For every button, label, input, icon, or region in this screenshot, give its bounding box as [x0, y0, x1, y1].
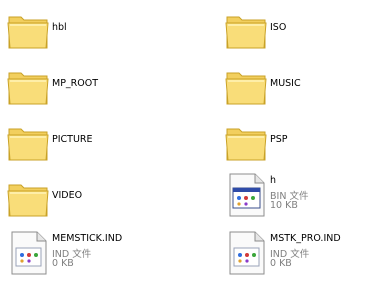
folder-icon [6, 176, 50, 224]
folder-icon [6, 64, 50, 112]
folder-item-video[interactable]: VIDEO [6, 176, 176, 228]
item-name: h [270, 175, 277, 186]
folder-icon [224, 64, 268, 112]
folder-icon [224, 120, 268, 168]
folder-item-psp[interactable]: PSP [224, 120, 389, 172]
item-size: 10 KB [270, 200, 298, 211]
folder-icon [224, 8, 268, 56]
file-item-mstk-pro-ind[interactable]: MSTK_PRO.IND IND 文件 0 KB [224, 230, 389, 282]
item-size: 0 KB [52, 258, 74, 269]
item-name: MUSIC [270, 78, 301, 89]
item-name: ISO [270, 22, 287, 33]
folder-item-hbl[interactable]: hbl [6, 8, 176, 60]
folder-item-iso[interactable]: ISO [224, 8, 389, 60]
item-name: hbl [52, 22, 67, 33]
item-size: 0 KB [270, 258, 292, 269]
item-name: MEMSTICK.IND [52, 233, 123, 244]
folder-icon [6, 120, 50, 168]
generic-file-icon [224, 230, 268, 278]
folder-icon [6, 8, 50, 56]
file-item-h[interactable]: h BIN 文件 10 KB [224, 172, 389, 224]
item-name: PSP [270, 134, 288, 145]
item-name: MSTK_PRO.IND [270, 233, 341, 244]
folder-item-picture[interactable]: PICTURE [6, 120, 176, 172]
application-window-icon [224, 172, 268, 220]
folder-item-mp-root[interactable]: MP_ROOT [6, 64, 176, 116]
file-item-memstick-ind[interactable]: MEMSTICK.IND IND 文件 0 KB [6, 230, 176, 282]
explorer-content: { "items": [ {"kind": "folder", "name": … [0, 0, 389, 300]
item-name: PICTURE [52, 134, 93, 145]
generic-file-icon [6, 230, 50, 278]
item-name: VIDEO [52, 190, 83, 201]
folder-item-music[interactable]: MUSIC [224, 64, 389, 116]
item-name: MP_ROOT [52, 78, 99, 89]
